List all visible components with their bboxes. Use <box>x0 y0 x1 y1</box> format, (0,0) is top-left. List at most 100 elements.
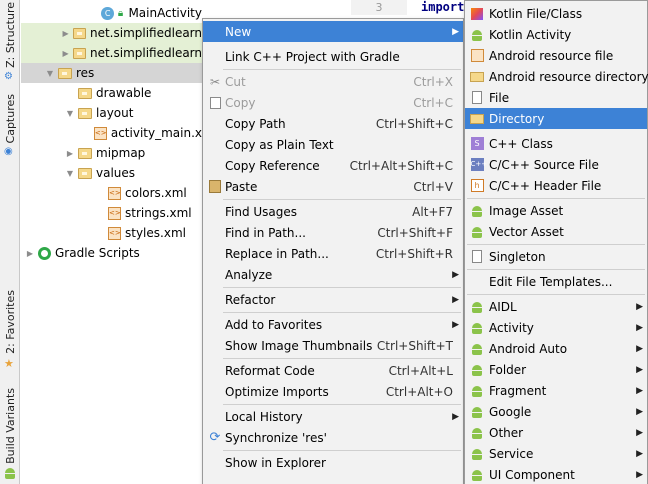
gradle-icon <box>38 246 51 260</box>
submenu-item-cpp-class[interactable]: S C++ Class <box>465 133 647 154</box>
submenu-item-cpp-header[interactable]: h C/C++ Header File <box>465 175 647 196</box>
tree-item-label: net.simplifiedlearn <box>89 26 202 40</box>
folder-icon <box>470 71 484 82</box>
submenu-item-vector-asset[interactable]: Vector Asset <box>465 221 647 242</box>
submenu-item-google[interactable]: Google ▶ <box>465 401 647 422</box>
menu-item-label: Folder <box>489 362 527 377</box>
submenu-item-other[interactable]: Other ▶ <box>465 422 647 443</box>
submenu-item-directory[interactable]: Directory <box>465 108 647 129</box>
menu-item-copy-reference[interactable]: Copy Reference Ctrl+Alt+Shift+C <box>203 155 463 176</box>
menu-item-show-thumbnails[interactable]: Show Image Thumbnails Ctrl+Shift+T <box>203 335 463 356</box>
android-icon <box>471 406 483 418</box>
submenu-item-cpp-source[interactable]: C++ C/C++ Source File <box>465 154 647 175</box>
new-submenu: Kotlin File/Class Kotlin Activity Androi… <box>464 0 648 484</box>
chevron-right-icon[interactable]: ▶ <box>61 43 70 63</box>
menu-item-replace-in-path[interactable]: Replace in Path... Ctrl+Shift+R <box>203 243 463 264</box>
menu-item-analyze[interactable]: Analyze ▶ <box>203 264 463 285</box>
submenu-item-ui-component[interactable]: UI Component ▶ <box>465 464 647 484</box>
menu-item-refactor[interactable]: Refactor ▶ <box>203 289 463 310</box>
chevron-down-icon[interactable]: ▼ <box>65 103 75 123</box>
build-variants-tab[interactable]: Build Variants <box>0 388 20 479</box>
menu-item-link-cpp[interactable]: Link C++ Project with Gradle <box>203 46 463 67</box>
submenu-item-kotlin-activity[interactable]: Kotlin Activity <box>465 24 647 45</box>
menu-item-label: Vector Asset <box>489 224 564 239</box>
menu-item-label: Android Auto <box>489 341 568 356</box>
tree-item-res[interactable]: ▼ res <box>21 63 202 83</box>
captures-tab[interactable]: Captures ◉ <box>0 94 20 158</box>
submenu-item-kotlin-file[interactable]: Kotlin File/Class <box>465 3 647 24</box>
submenu-item-aidl[interactable]: AIDL ▶ <box>465 296 647 317</box>
tree-item-main-activity[interactable]: C 🔒︎ MainActivity <box>21 3 202 23</box>
submenu-item-edit-templates[interactable]: Edit File Templates... <box>465 271 647 292</box>
menu-item-label: C/C++ Source File <box>489 157 599 172</box>
menu-separator <box>223 287 461 288</box>
menu-item-copy-path[interactable]: Copy Path Ctrl+Shift+C <box>203 113 463 134</box>
menu-item-new[interactable]: New ▶ <box>203 21 463 42</box>
submenu-item-image-asset[interactable]: Image Asset <box>465 200 647 221</box>
tree-item-drawable[interactable]: drawable <box>21 83 202 103</box>
xml-file-icon <box>470 49 484 62</box>
menu-item-paste[interactable]: Paste Ctrl+V <box>203 176 463 197</box>
menu-item-optimize-imports[interactable]: Optimize Imports Ctrl+Alt+O <box>203 381 463 402</box>
favorites-tab[interactable]: 2: Favorites ★ <box>0 290 20 370</box>
tree-item-label: strings.xml <box>125 206 192 220</box>
tree-item-gradle-scripts[interactable]: ▶ Gradle Scripts <box>21 243 202 263</box>
menu-item-label: Copy Path <box>225 116 286 131</box>
menu-item-copy[interactable]: Copy Ctrl+C <box>203 92 463 113</box>
tree-item-styles[interactable]: <> styles.xml <box>21 223 202 243</box>
menu-item-find-usages[interactable]: Find Usages Alt+F7 <box>203 201 463 222</box>
menu-item-label: Link C++ Project with Gradle <box>225 49 400 64</box>
tree-item-values[interactable]: ▼ values <box>21 163 202 183</box>
tree-item-strings[interactable]: <> strings.xml <box>21 203 202 223</box>
menu-separator <box>223 450 461 451</box>
submenu-item-android-resource-file[interactable]: Android resource file <box>465 45 647 66</box>
submenu-arrow-icon: ▶ <box>636 406 643 417</box>
tree-item-mipmap[interactable]: ▶ mipmap <box>21 143 202 163</box>
menu-item-label: Find in Path... <box>225 225 306 240</box>
chevron-right-icon[interactable]: ▶ <box>65 143 75 163</box>
tree-item-package-test2[interactable]: ▶ net.simplifiedlearn <box>21 43 202 63</box>
menu-item-label: Synchronize 'res' <box>225 430 327 445</box>
submenu-arrow-icon: ▶ <box>452 294 459 305</box>
android-icon <box>471 343 483 355</box>
menu-separator <box>223 404 461 405</box>
chevron-right-icon[interactable]: ▶ <box>25 243 35 263</box>
android-icon <box>471 364 483 376</box>
submenu-item-service[interactable]: Service ▶ <box>465 443 647 464</box>
submenu-item-android-resource-directory[interactable]: Android resource directory <box>465 66 648 87</box>
project-tree[interactable]: C 🔒︎ MainActivity ▶ net.simplifiedlearn … <box>21 0 202 484</box>
tree-item-package-test1[interactable]: ▶ net.simplifiedlearn <box>21 23 202 43</box>
captures-tab-label: Captures <box>3 94 17 144</box>
tree-item-colors[interactable]: <> colors.xml <box>21 183 202 203</box>
tree-item-activity-main[interactable]: <> activity_main.x <box>21 123 202 143</box>
menu-item-copy-plain-text[interactable]: Copy as Plain Text <box>203 134 463 155</box>
submenu-item-fragment[interactable]: Fragment ▶ <box>465 380 647 401</box>
chevron-right-icon[interactable]: ▶ <box>61 23 70 43</box>
menu-item-show-explorer[interactable]: Show in Explorer <box>203 452 463 473</box>
cpp-header-icon: h <box>470 179 484 192</box>
menu-item-local-history[interactable]: Local History ▶ <box>203 406 463 427</box>
submenu-item-activity[interactable]: Activity ▶ <box>465 317 647 338</box>
menu-item-find-in-path[interactable]: Find in Path... Ctrl+Shift+F <box>203 222 463 243</box>
menu-item-reformat[interactable]: Reformat Code Ctrl+Alt+L <box>203 360 463 381</box>
menu-item-label: Image Asset <box>489 203 564 218</box>
submenu-item-singleton[interactable]: Singleton <box>465 246 647 267</box>
structure-tab[interactable]: Z: Structure ⚙ <box>0 2 20 83</box>
menu-item-synchronize[interactable]: ⟳ Synchronize 'res' <box>203 427 463 448</box>
menu-separator <box>467 269 645 270</box>
favorites-tab-label: 2: Favorites <box>3 290 17 354</box>
submenu-item-folder[interactable]: Folder ▶ <box>465 359 647 380</box>
tree-item-layout[interactable]: ▼ layout <box>21 103 202 123</box>
folder-icon <box>78 167 92 179</box>
submenu-item-file[interactable]: File <box>465 87 647 108</box>
chevron-down-icon[interactable]: ▼ <box>65 163 75 183</box>
android-icon <box>471 427 483 439</box>
line-number: 3 <box>351 0 407 15</box>
chevron-down-icon[interactable]: ▼ <box>45 63 55 83</box>
menu-separator <box>223 312 461 313</box>
submenu-item-android-auto[interactable]: Android Auto ▶ <box>465 338 647 359</box>
menu-item-add-favorites[interactable]: Add to Favorites ▶ <box>203 314 463 335</box>
menu-item-label: Replace in Path... <box>225 246 329 261</box>
menu-item-label: Edit File Templates... <box>489 274 613 289</box>
menu-item-cut[interactable]: ✂ Cut Ctrl+X <box>203 71 463 92</box>
